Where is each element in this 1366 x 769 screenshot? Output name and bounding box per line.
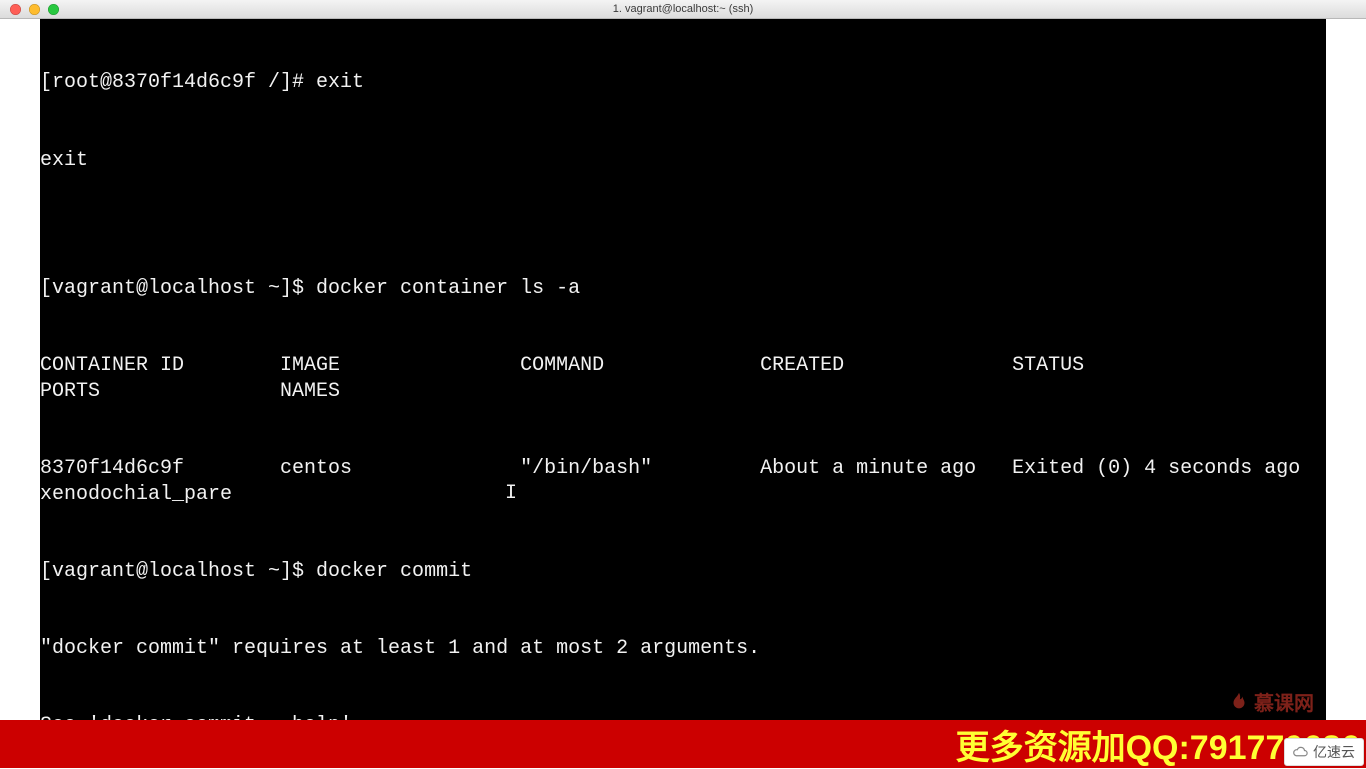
yisu-badge-text: 亿速云 [1313,742,1355,762]
window-titlebar: 1. vagrant@localhost:~ (ssh) [0,0,1366,19]
terminal-line: "docker commit" requires at least 1 and … [40,636,1326,662]
terminal-window[interactable]: [root@8370f14d6c9f /]# exit exit [vagran… [40,19,1326,720]
terminal-line: [vagrant@localhost ~]$ docker commit [40,559,1326,585]
close-icon[interactable] [10,4,21,15]
terminal-line: CONTAINER ID IMAGE COMMAND CREATED STATU… [40,353,1326,404]
terminal-line: 8370f14d6c9f centos "/bin/bash" About a … [40,456,1326,507]
window-title: 1. vagrant@localhost:~ (ssh) [0,3,1366,15]
terminal-line: exit [40,148,1326,174]
yisu-badge: 亿速云 [1284,738,1364,766]
terminal-content: [root@8370f14d6c9f /]# exit exit [vagran… [40,19,1326,720]
zoom-icon[interactable] [48,4,59,15]
resource-banner: 更多资源加QQ:791770686 [0,720,1366,768]
cloud-icon [1291,746,1309,758]
terminal-line: [vagrant@localhost ~]$ docker container … [40,276,1326,302]
window-controls [0,4,59,15]
minimize-icon[interactable] [29,4,40,15]
terminal-line: [root@8370f14d6c9f /]# exit [40,70,1326,96]
